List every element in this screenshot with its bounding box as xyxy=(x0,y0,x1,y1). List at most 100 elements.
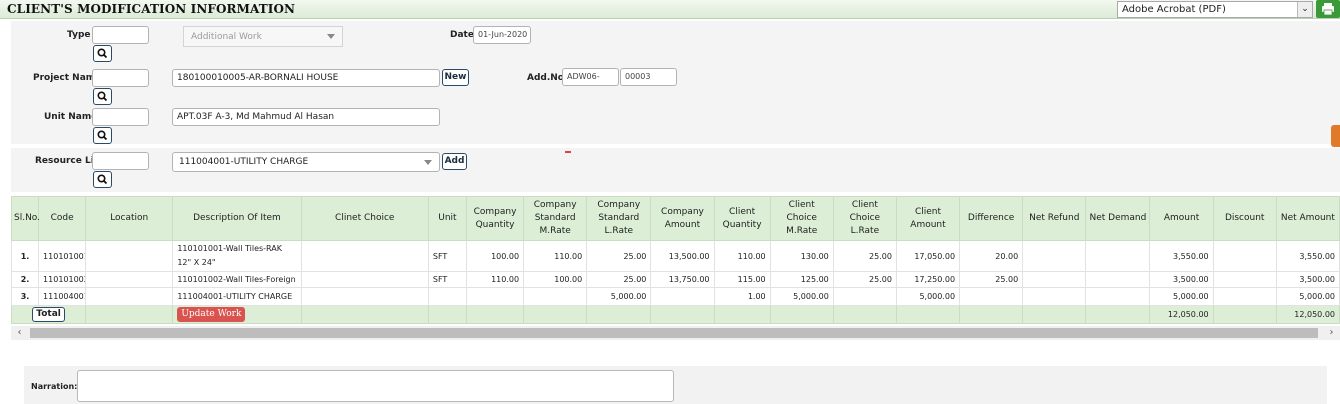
chevron-down-icon xyxy=(327,34,335,39)
column-header: Description Of Item xyxy=(172,196,302,241)
column-header: Location xyxy=(85,196,174,241)
total-amount: 12,050.00 xyxy=(1149,305,1214,324)
table-cell xyxy=(1212,271,1277,288)
table-cell: 3,550.00 xyxy=(1275,240,1340,272)
table-cell: 111004001 xyxy=(38,287,87,306)
search-icon xyxy=(97,174,108,185)
resource-select[interactable]: 111004001-UTILITY CHARGE xyxy=(172,152,440,172)
table-cell xyxy=(959,287,1024,306)
total-button[interactable]: Total xyxy=(32,307,65,322)
type-label: Type xyxy=(67,30,91,40)
date-input[interactable]: 01-Jun-2020 xyxy=(473,26,531,44)
total-net-amount: 12,050.00 xyxy=(1275,305,1340,324)
table-cell xyxy=(959,305,1024,324)
table-cell xyxy=(300,305,429,324)
add-no-prefix-input[interactable]: ADW06- xyxy=(562,68,619,86)
table-cell: 13,500.00 xyxy=(650,240,715,272)
column-header: Discount xyxy=(1212,196,1277,241)
table-cell: 125.00 xyxy=(769,271,834,288)
resource-code-input[interactable] xyxy=(92,152,149,170)
search-icon xyxy=(97,48,108,59)
new-button[interactable]: New xyxy=(442,69,469,86)
table-cell xyxy=(1085,271,1151,288)
table-cell xyxy=(713,305,771,324)
project-search-button[interactable] xyxy=(93,88,112,105)
work-type-select[interactable]: Additional Work xyxy=(183,26,343,47)
column-header: Client Choice M.Rate xyxy=(769,196,834,241)
table-cell xyxy=(1022,271,1087,288)
table-cell xyxy=(85,287,174,306)
add-resource-button[interactable]: Add xyxy=(442,153,467,170)
chevron-right-icon[interactable]: › xyxy=(1323,326,1340,340)
table-cell: 3,500.00 xyxy=(1149,271,1214,288)
column-header: Company Standard L.Rate xyxy=(586,196,652,241)
title-bar: CLIENT'S MODIFICATION INFORMATION Adobe … xyxy=(0,0,1340,19)
table-cell xyxy=(1085,287,1151,306)
search-icon xyxy=(97,130,108,141)
add-no-number-input[interactable]: 00003 xyxy=(620,68,677,86)
table-cell: 130.00 xyxy=(769,240,834,272)
table-cell: 25.00 xyxy=(959,271,1024,288)
resource-search-button[interactable] xyxy=(93,171,112,188)
unit-name-input[interactable]: APT.03F A-3, Md Mahmud Al Hasan xyxy=(172,108,440,126)
column-header: Company Quantity xyxy=(465,196,525,241)
table-cell: 115.00 xyxy=(713,271,771,288)
add-no-label: Add.No xyxy=(527,73,564,83)
search-icon xyxy=(97,91,108,102)
table-cell xyxy=(465,287,525,306)
table-cell xyxy=(1212,240,1277,272)
table-cell xyxy=(1022,240,1087,272)
table-cell: 3,550.00 xyxy=(1149,240,1214,272)
table-cell xyxy=(832,305,897,324)
chevron-down-icon[interactable]: ⌄ xyxy=(1297,2,1312,17)
total-cell: Total xyxy=(10,305,87,324)
table-cell xyxy=(85,271,174,288)
table-row[interactable]: 3. 111004001 111004001-UTILITY CHARGE 5,… xyxy=(10,287,1340,306)
table-cell: 13,750.00 xyxy=(650,271,715,288)
column-header: Client Choice L.Rate xyxy=(832,196,897,241)
table-cell: SFT xyxy=(427,240,467,272)
scrollbar-thumb[interactable] xyxy=(30,328,1318,338)
unit-code-input[interactable] xyxy=(92,108,149,126)
project-code-input[interactable] xyxy=(92,69,149,87)
table-cell: 1.00 xyxy=(713,287,771,306)
type-search-button[interactable] xyxy=(93,45,112,62)
table-cell: 110.00 xyxy=(523,240,588,272)
column-header: Net Demand xyxy=(1085,196,1151,241)
chevron-down-icon xyxy=(424,160,432,165)
table-cell xyxy=(586,305,652,324)
column-header: Net Refund xyxy=(1022,196,1087,241)
table-row[interactable]: 2. 110101002 110101002-Wall Tiles-Foreig… xyxy=(10,271,1340,288)
table-row[interactable]: 1. 110101001 110101001-Wall Tiles-RAK 12… xyxy=(10,240,1340,272)
column-header: Client Amount xyxy=(895,196,961,241)
required-marker xyxy=(565,151,571,153)
column-header: Amount xyxy=(1149,196,1214,241)
type-input[interactable] xyxy=(92,26,149,44)
print-button[interactable] xyxy=(1316,0,1340,18)
update-cell: Update Work xyxy=(172,305,302,324)
table-cell xyxy=(832,287,897,306)
export-format-select[interactable]: Adobe Acrobat (PDF) ⌄ xyxy=(1117,1,1313,18)
project-name-input[interactable]: 180100010005-AR-BORNALI HOUSE xyxy=(172,69,440,87)
table-cell: 110.00 xyxy=(713,240,771,272)
table-cell xyxy=(650,287,715,306)
table-cell xyxy=(895,305,961,324)
table-cell: 100.00 xyxy=(523,271,588,288)
narration-textarea[interactable] xyxy=(77,370,674,402)
table-cell: 1. xyxy=(10,240,40,272)
table-cell xyxy=(85,240,174,272)
table-cell: 5,000.00 xyxy=(1149,287,1214,306)
table-cell: 111004001-UTILITY CHARGE xyxy=(172,287,302,306)
table-cell: 110101001-Wall Tiles-RAK 12" X 24" xyxy=(172,240,302,272)
column-header: Company Amount xyxy=(650,196,715,241)
side-panel-tab[interactable] xyxy=(1331,125,1340,147)
chevron-left-icon[interactable]: ‹ xyxy=(11,326,28,340)
items-table: Sl.No. Code Location Description Of Item… xyxy=(10,196,1340,324)
table-cell xyxy=(1212,305,1277,324)
table-cell: 5,000.00 xyxy=(1275,287,1340,306)
unit-search-button[interactable] xyxy=(93,127,112,144)
horizontal-scrollbar[interactable]: ‹ › xyxy=(11,326,1340,340)
update-work-button[interactable]: Update Work xyxy=(177,307,246,322)
printer-icon xyxy=(1322,3,1334,16)
unit-name-label: Unit Name xyxy=(44,112,98,122)
